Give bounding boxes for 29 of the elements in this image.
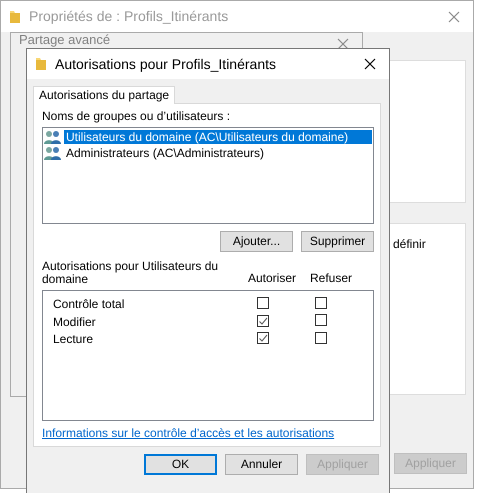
add-button[interactable]: Ajouter... [220, 230, 293, 252]
dialog-button[interactable]: Annuler [225, 454, 298, 476]
column-header: Autoriser [248, 271, 298, 286]
tab[interactable]: Autorisations du partage [33, 86, 176, 104]
checkbox[interactable] [257, 296, 270, 309]
folder-icon [9, 10, 21, 24]
label: Noms de groupes ou d’utilisateurs : [42, 109, 232, 124]
window-title: Autorisations pour Profils_Itinérants [55, 56, 276, 72]
checkbox[interactable] [257, 314, 270, 327]
window-title: Partage avancé [19, 33, 110, 47]
users-icon [44, 146, 62, 160]
folder-icon [35, 57, 47, 71]
close-icon[interactable] [364, 58, 376, 70]
list-item[interactable]: Administrateurs (AC\Administrateurs) [44, 144, 372, 161]
checkbox[interactable] [315, 296, 328, 309]
checkbox[interactable] [315, 314, 328, 326]
permission-label: Modifier [53, 314, 97, 330]
label: définir [393, 237, 426, 252]
users-icon [44, 130, 62, 144]
permission-label: Lecture [53, 332, 94, 347]
dialog-button[interactable]: OK [144, 454, 217, 476]
remove-button[interactable]: Supprimer [301, 230, 374, 252]
label: Autorisations pour Utilisateurs du domaine [42, 260, 220, 286]
help-link[interactable]: Informations sur le contrôle d’accès et les autorisations [42, 426, 334, 440]
checkbox[interactable] [315, 332, 328, 344]
permission-label: Contrôle total [53, 297, 126, 312]
checkbox[interactable] [257, 332, 270, 344]
column-header: Refuser [310, 271, 352, 286]
window-title: Propriétés de : Profils_Itinérants [29, 8, 228, 25]
